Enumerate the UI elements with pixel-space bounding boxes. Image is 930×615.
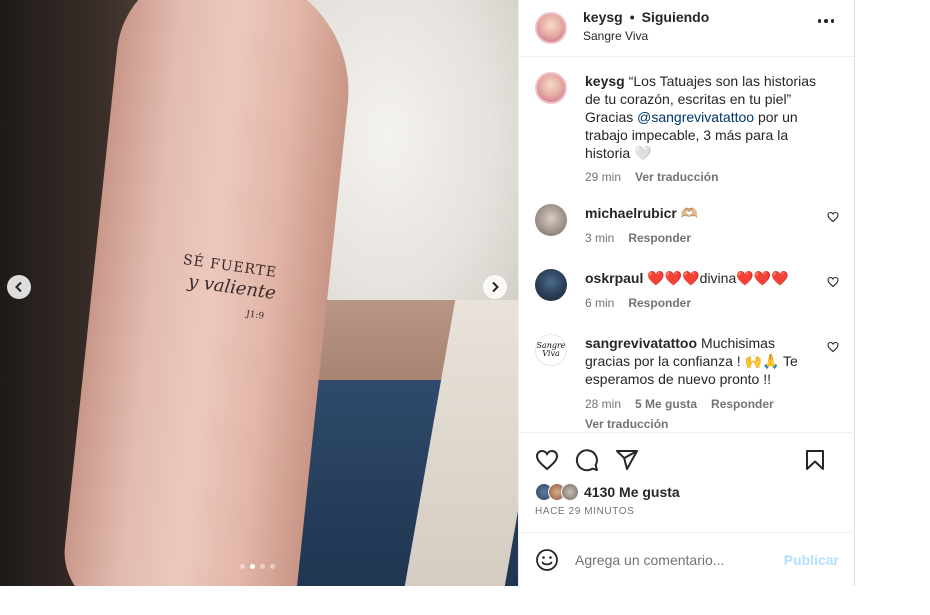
author-username[interactable]: keysg <box>583 9 623 25</box>
carousel-prev-button[interactable] <box>7 275 31 299</box>
like-comment-heart-icon[interactable] <box>827 276 839 288</box>
add-comment-bar: Publicar <box>519 532 855 586</box>
carousel-dot <box>260 564 265 569</box>
post-media[interactable]: SÉ FUERTE y valiente J1:9 <box>0 0 518 586</box>
carousel-dot-active <box>250 564 255 569</box>
reply-link[interactable]: Responder <box>628 229 691 247</box>
heart-icon[interactable] <box>535 448 559 472</box>
like-comment-heart-icon[interactable] <box>827 211 839 223</box>
see-translation-link[interactable]: Ver traducción <box>635 168 718 186</box>
separator-dot: • <box>629 9 635 25</box>
post-dialog: SÉ FUERTE y valiente J1:9 keysg • Siguie <box>0 0 855 586</box>
comment-text: 🫶🏼 <box>680 205 699 221</box>
carousel-indicator <box>240 564 275 569</box>
caption-username[interactable]: keysg <box>585 73 625 89</box>
comment-input[interactable] <box>575 551 775 568</box>
publish-button[interactable]: Publicar <box>784 552 839 568</box>
see-translation-link[interactable]: Ver traducción <box>585 415 668 432</box>
carousel-dot <box>240 564 245 569</box>
comment-likes-link[interactable]: 5 Me gusta <box>635 395 697 413</box>
comment-text: ❤️❤️❤️divina❤️❤️❤️ <box>647 270 789 286</box>
commenter-avatar[interactable] <box>535 269 567 301</box>
liker-avatars[interactable] <box>535 483 579 501</box>
comment-time: 6 min <box>585 296 615 310</box>
post-side-panel: keysg • Siguiendo Sangre Viva keysg “Los … <box>518 0 855 586</box>
reply-link[interactable]: Responder <box>711 395 774 413</box>
comment-item: oskrpaul ❤️❤️❤️divina❤️❤️❤️ 6 min Respond… <box>535 269 839 312</box>
carousel-dot <box>270 564 275 569</box>
share-icon[interactable] <box>615 448 639 472</box>
comments-list[interactable]: keysg “Los Tatuajes son las historias de … <box>519 58 855 432</box>
caption-mention-link[interactable]: @sangrevivatattoo <box>637 109 754 125</box>
likes-count[interactable]: 4130 Me gusta <box>584 484 680 500</box>
comment-time: 28 min <box>585 397 622 411</box>
caption: keysg “Los Tatuajes son las historias de … <box>535 72 839 186</box>
caption-avatar[interactable] <box>535 72 567 104</box>
comment-item: michaelrubicr 🫶🏼 3 min Responder <box>535 204 839 247</box>
liker-avatar <box>561 483 579 501</box>
commenter-avatar[interactable] <box>535 204 567 236</box>
comment-time: 3 min <box>585 231 615 245</box>
sangre-viva-logo: Sangre Viva <box>536 341 566 358</box>
comment-username[interactable]: michaelrubicr <box>585 205 677 221</box>
post-actions: 4130 Me gusta HACE 29 MINUTOS <box>519 432 855 517</box>
post-time-ago: HACE 29 MINUTOS <box>535 506 635 517</box>
comment-item: Sangre Viva sangrevivatattoo Muchisimas g… <box>535 334 839 432</box>
caption-time: 29 min <box>585 170 622 184</box>
post-header: keysg • Siguiendo Sangre Viva <box>519 0 854 57</box>
following-button[interactable]: Siguiendo <box>642 9 710 25</box>
commenter-avatar[interactable]: Sangre Viva <box>535 334 567 366</box>
comment-username[interactable]: sangrevivatattoo <box>585 335 697 351</box>
reply-link[interactable]: Responder <box>628 294 691 312</box>
more-options-icon[interactable] <box>817 19 834 23</box>
chevron-left-icon <box>15 281 22 293</box>
chevron-right-icon <box>492 281 499 293</box>
comment-username[interactable]: oskrpaul <box>585 270 643 286</box>
author-avatar[interactable] <box>535 12 567 44</box>
emoji-icon[interactable] <box>535 548 559 572</box>
comment-icon[interactable] <box>575 448 599 472</box>
tattoo-line-3: J1:9 <box>245 309 265 322</box>
location-link[interactable]: Sangre Viva <box>583 29 709 43</box>
like-comment-heart-icon[interactable] <box>827 341 839 353</box>
bookmark-icon[interactable] <box>803 448 827 472</box>
carousel-next-button[interactable] <box>483 275 507 299</box>
tattoo-lettering: SÉ FUERTE y valiente J1:9 <box>173 252 303 348</box>
